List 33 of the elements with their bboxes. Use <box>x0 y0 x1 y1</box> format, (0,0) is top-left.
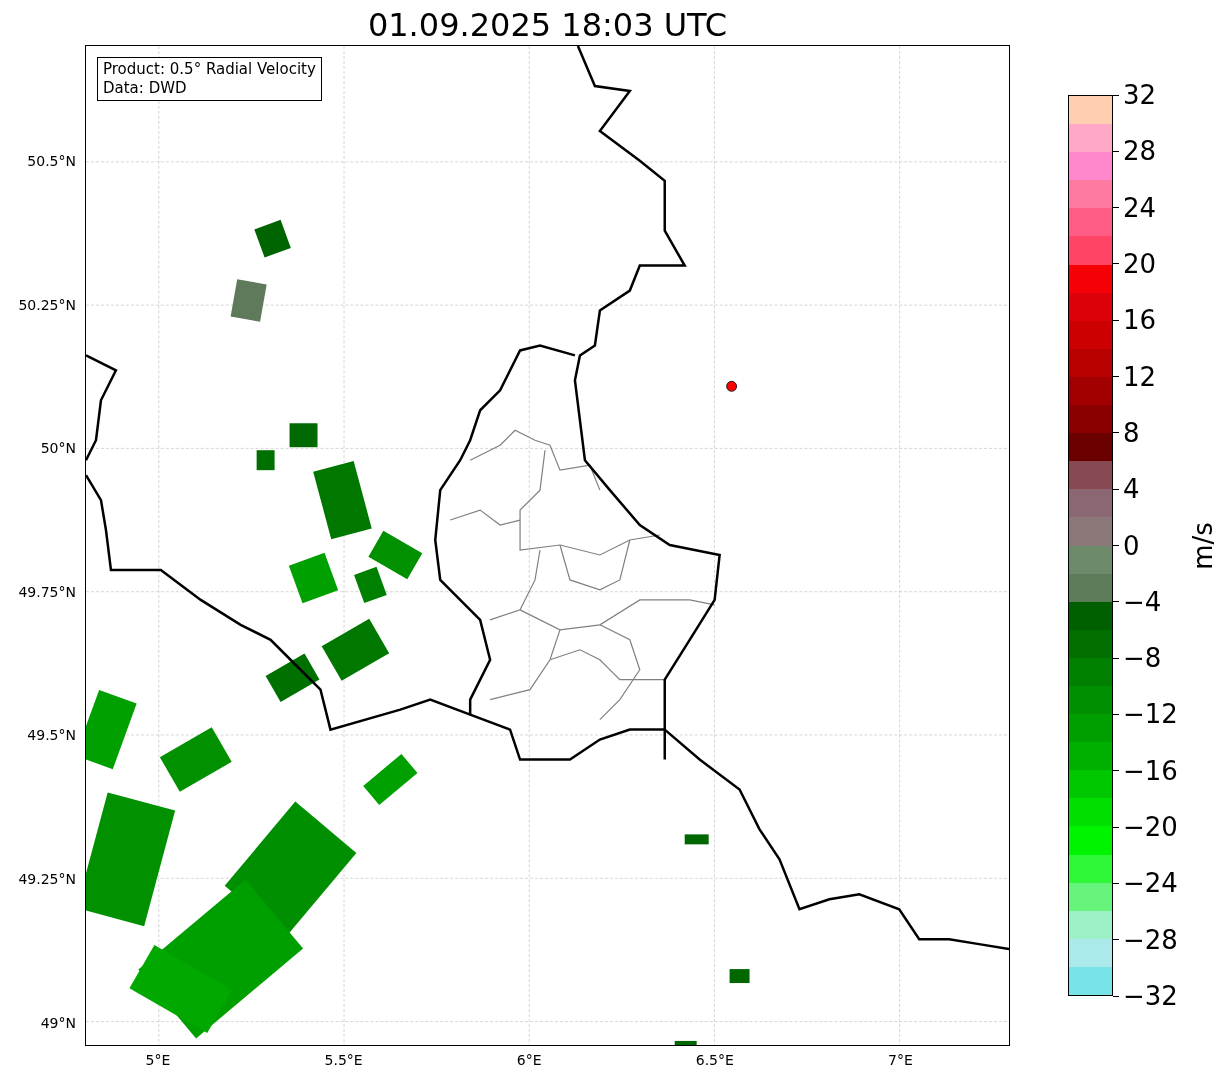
info-text: Data: DWD <box>103 79 188 98</box>
colorbar-tick-label: −24 <box>1123 869 1178 898</box>
chart-title: 01.09.2025 18:03 UTC <box>367 5 728 45</box>
colorbar-tick-label: −16 <box>1123 756 1178 785</box>
colorbar-tick-label: −32 <box>1123 982 1178 1010</box>
colorbar-tick-label: 32 <box>1123 81 1157 109</box>
colorbar-tick-label: 16 <box>1123 306 1157 335</box>
longitude-label: 6.5°E <box>695 1052 734 1068</box>
colorbar-tick-label: −4 <box>1123 587 1162 616</box>
latitude-label: 50.5°N <box>27 153 76 169</box>
colorbar-tick-label: 4 <box>1123 475 1140 504</box>
latitude-label: 49.75°N <box>18 583 76 600</box>
colorbar-tick-label: 0 <box>1123 531 1140 560</box>
longitude-label: 7°E <box>888 1052 913 1068</box>
latitude-label: 49.5°N <box>27 727 76 744</box>
colorbar-tick-label: −28 <box>1123 925 1178 954</box>
colorbar-unit-label: m/s <box>1187 522 1218 570</box>
latitude-label: 50.25°N <box>18 296 76 313</box>
longitude-label: 5°E <box>145 1052 171 1068</box>
colorbar-tick-label: 20 <box>1123 249 1157 278</box>
colorbar-tick-label: −8 <box>1123 644 1162 673</box>
latitude-label: 49.25°N <box>18 871 76 887</box>
colorbar-tick-label: −12 <box>1123 700 1178 729</box>
colorbar-tick-label: 24 <box>1123 193 1157 222</box>
latitude-label: 49°N <box>40 1014 76 1031</box>
colorbar-tick-label: −20 <box>1123 813 1178 842</box>
info-text: Product: 0.5° Radial Velocity <box>103 60 316 79</box>
colorbar-tick-label: 12 <box>1123 362 1157 391</box>
colorbar-tick-label: 28 <box>1123 137 1157 166</box>
latitude-label: 50°N <box>40 440 76 457</box>
longitude-label: 6°E <box>516 1052 542 1068</box>
longitude-label: 5.5°E <box>324 1052 363 1068</box>
colorbar-tick-label: 8 <box>1123 418 1140 447</box>
